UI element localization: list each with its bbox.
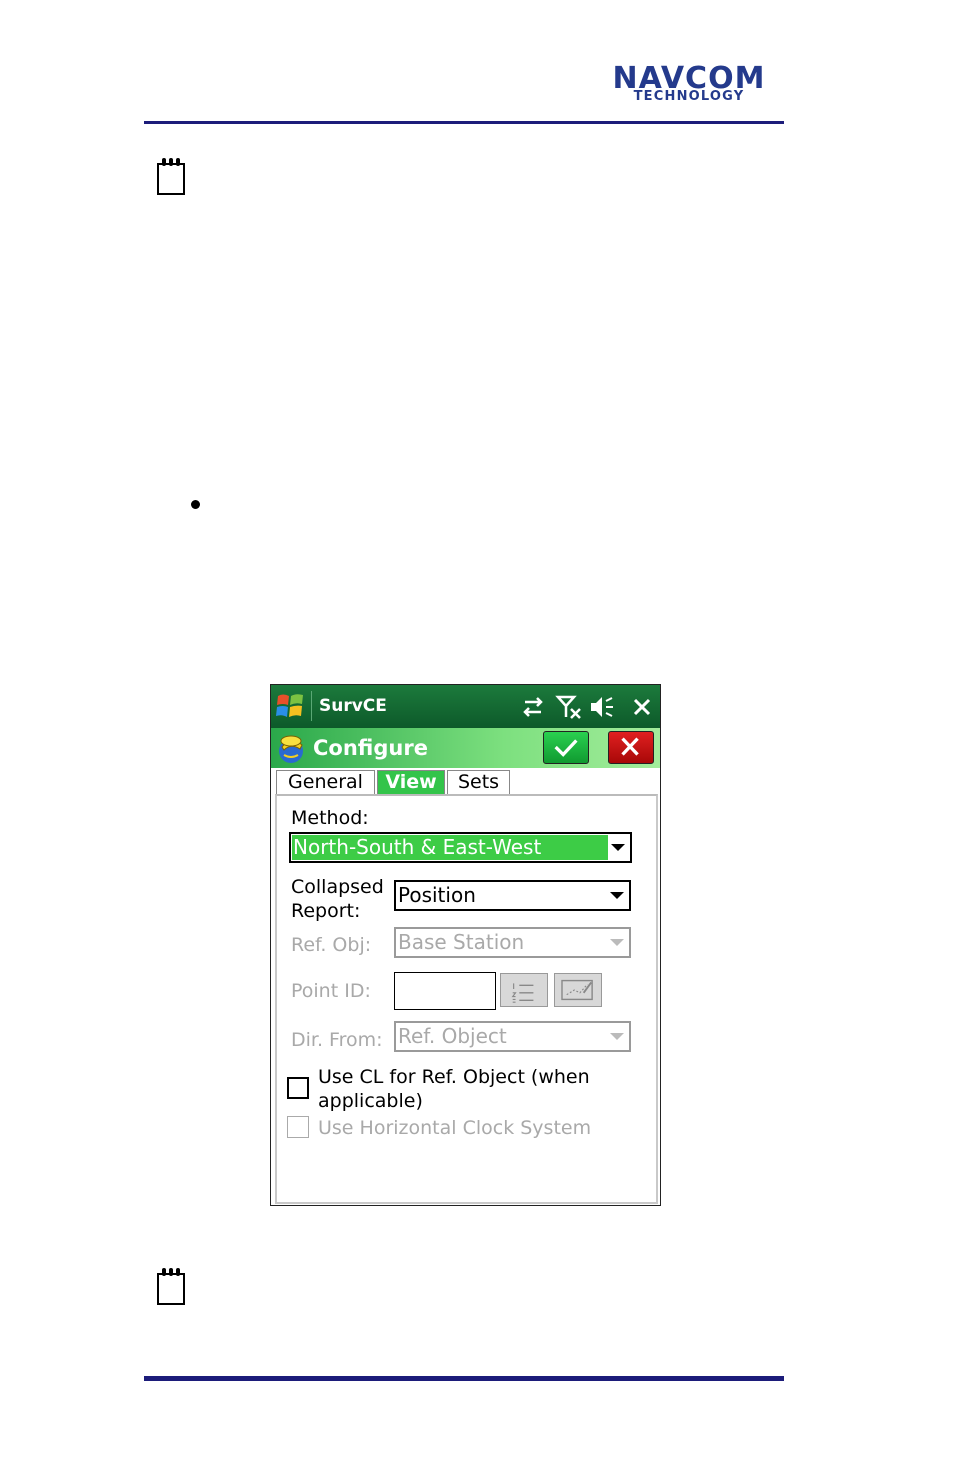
note-icon	[156, 158, 186, 196]
navcom-logo: NAVCOM TECHNOLOGY	[596, 64, 782, 104]
use-clock-checkbox[interactable]	[287, 1116, 309, 1138]
list-bullet	[191, 500, 200, 509]
use-clock-label: Use Horizontal Clock System	[318, 1117, 592, 1139]
dir-from-label: Dir. From:	[291, 1029, 383, 1051]
signal-off-icon[interactable]	[555, 693, 583, 721]
x-icon	[621, 737, 639, 756]
point-id-input[interactable]	[394, 972, 496, 1010]
use-cl-checkbox[interactable]	[287, 1077, 309, 1099]
collapsed-report-dropdown[interactable]: Position	[394, 880, 631, 911]
checkmark-icon	[554, 739, 578, 757]
chevron-down-icon	[610, 939, 624, 946]
connectivity-icon[interactable]	[519, 693, 547, 721]
ok-button[interactable]	[543, 731, 589, 764]
title-bar: Configure	[271, 728, 660, 768]
point-id-label: Point ID:	[291, 980, 371, 1002]
tab-bar: General View Sets	[271, 768, 660, 794]
method-dropdown[interactable]: North-South & East-West	[289, 832, 632, 863]
chevron-down-icon	[611, 844, 625, 851]
ref-obj-label: Ref. Obj:	[291, 934, 372, 956]
method-value: North-South & East-West	[293, 835, 542, 859]
tab-general[interactable]: General	[276, 770, 375, 794]
collapsed-report-label-1: Collapsed	[291, 876, 384, 898]
survce-app-icon	[279, 735, 303, 763]
map-pick-icon	[561, 979, 593, 1001]
ref-obj-dropdown[interactable]: Base Station	[394, 927, 631, 958]
windows-start-icon[interactable]	[275, 691, 305, 721]
logo-line-2: TECHNOLOGY	[633, 89, 745, 104]
device-screenshot: SurvCE Configure General View Sets Metho…	[270, 684, 661, 1206]
ref-obj-value: Base Station	[398, 930, 525, 954]
numbered-list-icon	[511, 983, 534, 1003]
tab-sets[interactable]: Sets	[447, 770, 510, 794]
dir-from-dropdown[interactable]: Ref. Object	[394, 1021, 631, 1052]
header-rule	[144, 121, 784, 124]
map-pick-button[interactable]	[554, 973, 602, 1007]
chevron-down-icon	[610, 1033, 624, 1040]
use-cl-label-2: applicable)	[318, 1090, 423, 1112]
cancel-button[interactable]	[608, 731, 654, 764]
dir-from-value: Ref. Object	[398, 1024, 507, 1048]
use-cl-label-1: Use CL for Ref. Object (when	[318, 1066, 590, 1088]
taskbar-app-name: SurvCE	[319, 696, 387, 716]
chevron-down-icon	[610, 892, 624, 899]
volume-mute-icon[interactable]	[588, 693, 616, 721]
tab-view[interactable]: View	[377, 770, 445, 794]
close-icon[interactable]	[628, 693, 656, 721]
dialog-title: Configure	[313, 736, 428, 760]
footer-rule	[144, 1376, 784, 1381]
view-panel: Method: North-South & East-West Collapse…	[275, 794, 658, 1204]
note-icon	[156, 1268, 186, 1306]
collapsed-report-value: Position	[398, 883, 476, 907]
point-list-button[interactable]	[500, 973, 548, 1007]
taskbar: SurvCE	[271, 685, 660, 728]
collapsed-report-label-2: Report:	[291, 900, 361, 922]
method-label: Method:	[291, 807, 369, 829]
